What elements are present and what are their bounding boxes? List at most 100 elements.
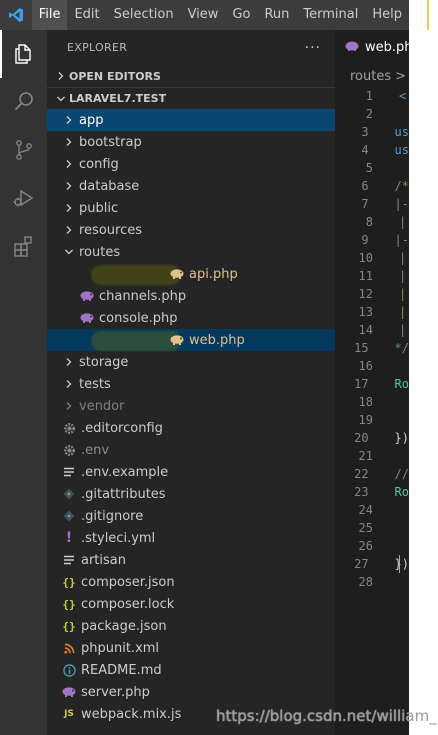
code-line: 1 < [335, 87, 409, 105]
tree-item[interactable]: phpunit.xml [47, 637, 335, 659]
tree-item[interactable]: {} package.json [47, 615, 335, 637]
code-line: 20}) [335, 429, 409, 447]
line-number: 16 [358, 359, 373, 373]
tree-item[interactable]: resources [47, 219, 335, 241]
run-debug-icon[interactable] [0, 174, 47, 222]
tree-item[interactable]: artisan [47, 549, 335, 571]
tree-item[interactable]: console.php [47, 307, 335, 329]
tree-item-label: database [79, 178, 140, 194]
line-number: 5 [365, 161, 373, 175]
explorer-icon[interactable] [0, 30, 47, 78]
tree-item[interactable]: storage [47, 351, 335, 373]
tree-item[interactable]: .env.example [47, 461, 335, 483]
chevron-right-icon [61, 401, 77, 411]
activity-bar [0, 30, 47, 735]
line-number: 14 [358, 323, 373, 337]
code-text: }) [394, 557, 409, 571]
breadcrumb-routes[interactable]: routes [350, 69, 391, 84]
line-number: 19 [358, 413, 373, 427]
code-text: /* [394, 179, 409, 193]
line-number: 10 [358, 251, 373, 265]
code-text: | [399, 251, 407, 265]
extensions-icon[interactable] [0, 222, 47, 270]
info-icon [61, 662, 77, 678]
tree-item-label: console.php [99, 310, 178, 326]
code-text: | [399, 323, 407, 337]
breadcrumb-separator: > [395, 68, 407, 84]
code-line: 14 | [335, 321, 409, 339]
php-file-icon [345, 40, 359, 55]
open-editors-section[interactable]: OPEN EDITORS [47, 65, 335, 87]
code-line: 18 [335, 393, 409, 411]
menu-selection[interactable]: Selection [107, 0, 181, 30]
source-control-icon[interactable] [0, 126, 47, 174]
line-number: 26 [358, 539, 373, 553]
tree-item[interactable]: .env [47, 439, 335, 461]
editor-area: web.php routes > 1<23us4us56/*7|-8|9|-10… [335, 30, 409, 735]
chevron-down-icon [53, 94, 69, 104]
line-number: 3 [361, 125, 369, 139]
tree-item[interactable]: channels.php [47, 285, 335, 307]
explorer-sidebar: EXPLORER ··· OPEN EDITORS LARAVEL7.TEST … [47, 30, 335, 735]
explorer-header: EXPLORER ··· [47, 30, 335, 65]
tab-web-php[interactable]: web.php [335, 30, 409, 65]
line-number: 4 [361, 143, 369, 157]
line-number: 9 [361, 233, 369, 247]
tree-item-label: package.json [81, 618, 167, 634]
menu-help[interactable]: Help [365, 0, 409, 30]
line-number: 24 [358, 503, 373, 517]
breadcrumb: routes > [335, 65, 409, 87]
tree-item[interactable]: api.php [47, 263, 335, 285]
tree-item-label: .env [81, 442, 110, 458]
tree-item[interactable]: tests [47, 373, 335, 395]
line-number: 28 [358, 575, 373, 589]
tree-item[interactable]: database [47, 175, 335, 197]
menu-view[interactable]: View [181, 0, 226, 30]
line-number: 1 [365, 89, 373, 103]
chevron-down-icon [61, 247, 77, 257]
json-braces-icon: {} [62, 619, 76, 633]
tree-item[interactable]: .editorconfig [47, 417, 335, 439]
more-actions-button[interactable]: ··· [305, 40, 321, 56]
tree-item[interactable]: config [47, 153, 335, 175]
project-section[interactable]: LARAVEL7.TEST [47, 87, 335, 109]
menu-file[interactable]: File [31, 0, 68, 30]
menu-terminal[interactable]: Terminal [296, 0, 365, 30]
tree-item[interactable]: public [47, 197, 335, 219]
tree-item[interactable]: bootstrap [47, 131, 335, 153]
code-text: // [394, 467, 409, 481]
project-label: LARAVEL7.TEST [69, 92, 167, 105]
menu-run[interactable]: Run [257, 0, 296, 30]
line-number: 13 [358, 305, 373, 319]
tree-item[interactable]: {} composer.json [47, 571, 335, 593]
menu-go[interactable]: Go [225, 0, 257, 30]
git-icon [61, 486, 77, 502]
tree-item[interactable]: server.php [47, 681, 335, 703]
tree-item[interactable]: routes [47, 241, 335, 263]
tree-item-label: public [79, 200, 119, 216]
tree-item[interactable]: web.php [47, 329, 335, 351]
edge-marker [427, 0, 429, 30]
tree-item[interactable]: vendor [47, 395, 335, 417]
code-line: 17 Ro [335, 375, 409, 393]
tree-item[interactable]: README.md [47, 659, 335, 681]
tree-item[interactable]: ! .styleci.yml [47, 527, 335, 549]
tree-item[interactable]: app [47, 109, 335, 131]
chevron-right-icon [61, 181, 77, 191]
line-number: 25 [358, 521, 373, 535]
line-number: 8 [365, 215, 373, 229]
highlight-marker [91, 265, 181, 285]
code-editor[interactable]: 1 <2 3 us 4 us 5 6/* 7 |- 8 | 9 |- 10 | 11 | 12 | 13 | 14 | 15 */… [335, 87, 409, 591]
file-tree: app bootstrap config database public resource… [47, 109, 335, 725]
rss-feed-icon [61, 640, 77, 656]
menu-edit[interactable]: Edit [67, 0, 106, 30]
code-line: 26 [335, 537, 409, 555]
tree-item[interactable]: .gitattributes [47, 483, 335, 505]
search-icon[interactable] [0, 78, 47, 126]
code-line: 21 [335, 447, 409, 465]
code-line: 27}) [335, 555, 409, 573]
tree-item-label: .gitignore [81, 508, 144, 524]
tab-bar: web.php [335, 30, 409, 65]
tree-item[interactable]: .gitignore [47, 505, 335, 527]
tree-item[interactable]: {} composer.lock [47, 593, 335, 615]
